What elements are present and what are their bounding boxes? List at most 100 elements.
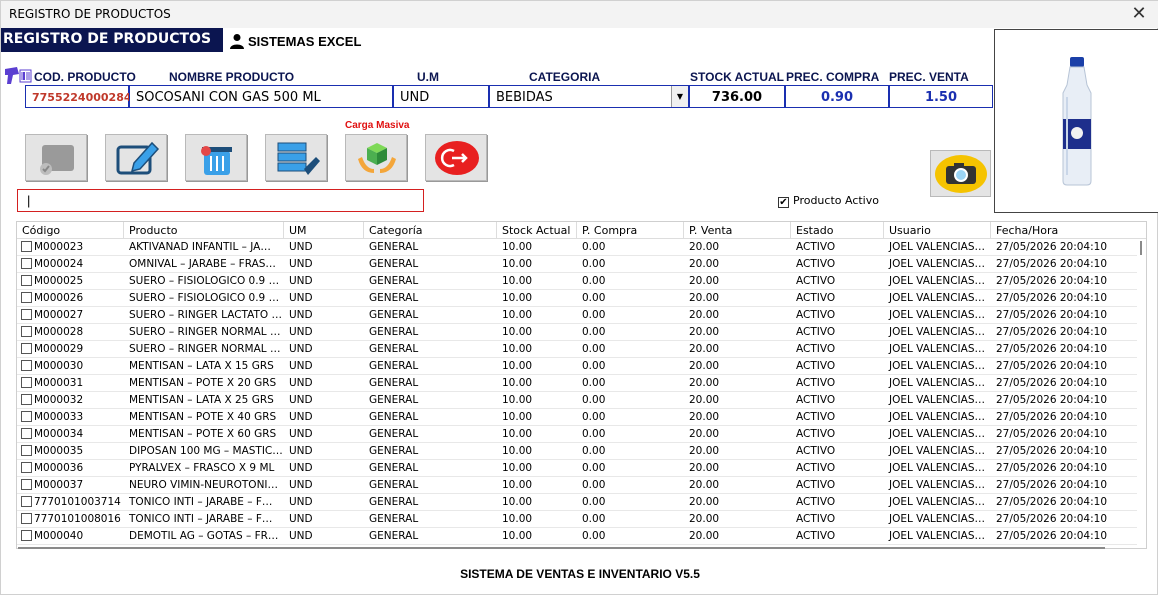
um-field[interactable]: UND bbox=[393, 85, 489, 108]
row-checkbox[interactable] bbox=[21, 428, 32, 439]
cell-text: ACTIVO bbox=[796, 360, 836, 372]
cell-text: JOEL VALENCIAS… bbox=[889, 462, 985, 474]
bulk-load-button[interactable] bbox=[345, 134, 407, 181]
table-row[interactable]: M000027 SUERO – RINGER LACTATO … UND GENERA… bbox=[17, 307, 1139, 324]
horizontal-scrollbar[interactable] bbox=[18, 547, 1105, 549]
cell-text: MENTISAN – LATA X 15 GRS bbox=[129, 360, 274, 372]
product-active-label: Producto Activo bbox=[793, 194, 879, 207]
table-row[interactable]: M000030 MENTISAN – LATA X 15 GRS UND GENERA… bbox=[17, 358, 1139, 375]
stock-field[interactable]: 736.00 bbox=[689, 85, 785, 108]
cell-estado: ACTIVO bbox=[791, 273, 884, 290]
column-header-categoria[interactable]: Categoría bbox=[364, 222, 497, 239]
delete-button[interactable] bbox=[185, 134, 247, 181]
cell-text: ACTIVO bbox=[796, 326, 836, 338]
table-row[interactable]: M000035 DIPOSAN 100 MG – MASTIC… UND GENERA… bbox=[17, 443, 1139, 460]
column-header-compra[interactable]: P. Compra bbox=[577, 222, 684, 239]
table-row[interactable]: 7770101008016 TONICO INTI – JARABE – F… UN… bbox=[17, 511, 1139, 528]
cell-categoria: GENERAL bbox=[364, 273, 497, 290]
row-checkbox[interactable] bbox=[21, 258, 32, 269]
search-input[interactable]: | bbox=[17, 189, 424, 212]
vertical-scrollbar[interactable] bbox=[1137, 239, 1146, 548]
cell-text: NEURO VIMIN-NEUROTONI… bbox=[129, 479, 279, 491]
row-checkbox[interactable] bbox=[21, 513, 32, 524]
row-checkbox[interactable] bbox=[21, 377, 32, 388]
column-header-fecha[interactable]: Fecha/Hora bbox=[991, 222, 1146, 239]
cell-text: 10.00 bbox=[502, 479, 533, 491]
table-row[interactable]: M000026 SUERO – FISIOLOGICO 0.9 … UND GENER… bbox=[17, 290, 1139, 307]
row-checkbox[interactable] bbox=[21, 479, 32, 490]
row-checkbox[interactable] bbox=[21, 275, 32, 286]
cell-usuario: JOEL VALENCIAS… bbox=[884, 494, 991, 511]
cell-text: 10.00 bbox=[502, 496, 533, 508]
column-header-estado[interactable]: Estado bbox=[791, 222, 884, 239]
table-row[interactable]: M000023 AKTIVANAD INFANTIL – JA… UND GENERA… bbox=[17, 239, 1139, 256]
column-header-usuario[interactable]: Usuario bbox=[884, 222, 991, 239]
row-checkbox[interactable] bbox=[21, 241, 32, 252]
save-button[interactable] bbox=[25, 134, 87, 181]
cell-estado: ACTIVO bbox=[791, 256, 884, 273]
scrollbar-thumb[interactable] bbox=[1140, 241, 1142, 255]
table-row[interactable]: M000025 SUERO – FISIOLOGICO 0.9 … UND GENER… bbox=[17, 273, 1139, 290]
table-row[interactable]: M000031 MENTISAN – POTE X 20 GRS UND GENERA… bbox=[17, 375, 1139, 392]
sell-price-field[interactable]: 1.50 bbox=[889, 85, 993, 108]
category-label: CATEGORIA bbox=[529, 70, 601, 84]
row-checkbox[interactable] bbox=[21, 462, 32, 473]
table-row[interactable]: M000037 NEURO VIMIN-NEUROTONI… UND GENERAL 1… bbox=[17, 477, 1139, 494]
take-photo-button[interactable] bbox=[930, 150, 991, 197]
row-checkbox[interactable] bbox=[21, 411, 32, 422]
table-row[interactable]: M000034 MENTISAN – POTE X 60 GRS UND GENERA… bbox=[17, 426, 1139, 443]
table-row[interactable]: M000040 DEMOTIL AG – GOTAS – FR… UND GENERA… bbox=[17, 528, 1139, 545]
table-row[interactable]: M000028 SUERO – RINGER NORMAL … UND GENERAL… bbox=[17, 324, 1139, 341]
cell-text: 20.00 bbox=[689, 428, 720, 440]
row-checkbox[interactable] bbox=[21, 309, 32, 320]
cell-codigo: M000025 bbox=[17, 273, 124, 290]
row-checkbox[interactable] bbox=[21, 360, 32, 371]
table-row[interactable]: M000032 MENTISAN – LATA X 25 GRS UND GENERA… bbox=[17, 392, 1139, 409]
cell-fecha: 27/05/2026 20:04:10 bbox=[991, 443, 1139, 460]
row-checkbox[interactable] bbox=[21, 343, 32, 354]
column-header-codigo[interactable]: Código bbox=[17, 222, 124, 239]
cell-text: UND bbox=[289, 360, 313, 372]
cell-compra: 0.00 bbox=[577, 511, 684, 528]
row-checkbox[interactable] bbox=[21, 326, 32, 337]
column-header-venta[interactable]: P. Venta bbox=[684, 222, 791, 239]
table-row[interactable]: M000024 OMNIVAL – JARABE – FRAS… UND GENERA… bbox=[17, 256, 1139, 273]
column-header-producto[interactable]: Producto bbox=[124, 222, 284, 239]
table-row[interactable]: M000036 PYRALVEX – FRASCO X 9 ML UND GENERA… bbox=[17, 460, 1139, 477]
cell-text: 10.00 bbox=[502, 360, 533, 372]
cell-text: ACTIVO bbox=[796, 513, 836, 525]
row-checkbox[interactable] bbox=[21, 292, 32, 303]
product-name-field[interactable]: SOCOSANI CON GAS 500 ML bbox=[129, 85, 393, 108]
table-row[interactable]: M000033 MENTISAN – POTE X 40 GRS UND GENERA… bbox=[17, 409, 1139, 426]
cell-um: UND bbox=[284, 256, 364, 273]
close-icon[interactable]: ✕ bbox=[1129, 3, 1149, 24]
cell-venta: 20.00 bbox=[684, 273, 791, 290]
code-field[interactable]: 7755224000284 bbox=[25, 85, 132, 108]
cell-producto: AKTIVANAD INFANTIL – JA… bbox=[124, 239, 284, 256]
product-active-checkbox[interactable]: ✔ Producto Activo bbox=[778, 194, 879, 208]
category-select[interactable]: BEBIDAS ▼ bbox=[489, 85, 689, 108]
cell-um: UND bbox=[284, 290, 364, 307]
cell-codigo: M000024 bbox=[17, 256, 124, 273]
um-label: U.M bbox=[417, 70, 439, 84]
cell-text: M000027 bbox=[34, 309, 84, 321]
row-checkbox[interactable] bbox=[21, 496, 32, 507]
chevron-down-icon[interactable]: ▼ bbox=[671, 86, 688, 107]
cell-compra: 0.00 bbox=[577, 426, 684, 443]
exit-button[interactable] bbox=[425, 134, 487, 181]
cell-text: UND bbox=[289, 462, 313, 474]
cell-categoria: GENERAL bbox=[364, 358, 497, 375]
edit-button[interactable] bbox=[105, 134, 167, 181]
cell-usuario: JOEL VALENCIAS… bbox=[884, 358, 991, 375]
column-header-stock[interactable]: Stock Actual bbox=[497, 222, 577, 239]
row-checkbox[interactable] bbox=[21, 394, 32, 405]
row-checkbox[interactable] bbox=[21, 530, 32, 541]
table-row[interactable]: M000029 SUERO – RINGER NORMAL … UND GENERAL… bbox=[17, 341, 1139, 358]
row-checkbox[interactable] bbox=[21, 445, 32, 456]
table-row[interactable]: 7770101003714 TONICO INTI – JARABE – F… UN… bbox=[17, 494, 1139, 511]
column-header-um[interactable]: UM bbox=[284, 222, 364, 239]
cell-text: UND bbox=[289, 530, 313, 542]
cell-text: 20.00 bbox=[689, 411, 720, 423]
buy-price-field[interactable]: 0.90 bbox=[785, 85, 889, 108]
clean-button[interactable] bbox=[265, 134, 327, 181]
